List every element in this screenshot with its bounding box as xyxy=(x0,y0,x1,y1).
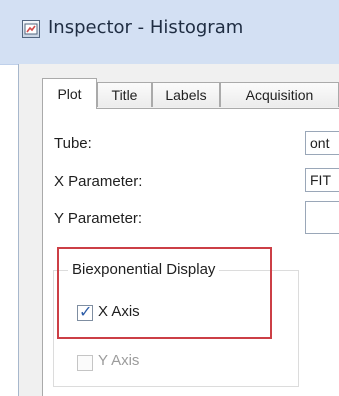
y-parameter-label: Y Parameter: xyxy=(54,210,143,227)
biexponential-display-title: Biexponential Display xyxy=(68,261,220,278)
y-axis-checkbox[interactable] xyxy=(77,355,93,371)
tab-acquisition-label: Acquisition xyxy=(245,87,314,103)
tab-plot-label: Plot xyxy=(57,86,82,102)
tab-acquisition[interactable]: Acquisition xyxy=(220,82,339,107)
window-title: Inspector - Histogram xyxy=(48,17,244,38)
inspector-tabs: Plot Title Labels Acquisition xyxy=(42,78,339,109)
inspector-icon xyxy=(22,20,40,38)
tab-plot[interactable]: Plot xyxy=(42,78,97,109)
x-axis-checkbox[interactable]: ✓ xyxy=(77,302,93,321)
tab-labels[interactable]: Labels xyxy=(152,82,220,107)
checkmark-icon: ✓ xyxy=(79,302,93,321)
tube-field[interactable]: ont xyxy=(305,131,339,155)
window-titlebar: Inspector - Histogram xyxy=(0,0,339,65)
x-parameter-label: X Parameter: xyxy=(54,173,143,190)
inspector-window: Inspector - Histogram Plot Title Labels … xyxy=(0,0,339,396)
tab-labels-label: Labels xyxy=(165,87,207,103)
y-axis-label: Y Axis xyxy=(98,352,140,369)
x-axis-label: X Axis xyxy=(98,303,140,320)
tab-title-label: Title xyxy=(111,87,138,103)
tab-title[interactable]: Title xyxy=(97,82,152,107)
tube-label: Tube: xyxy=(54,135,92,152)
y-parameter-field[interactable] xyxy=(305,201,339,234)
x-parameter-field[interactable]: FIT xyxy=(305,168,339,192)
